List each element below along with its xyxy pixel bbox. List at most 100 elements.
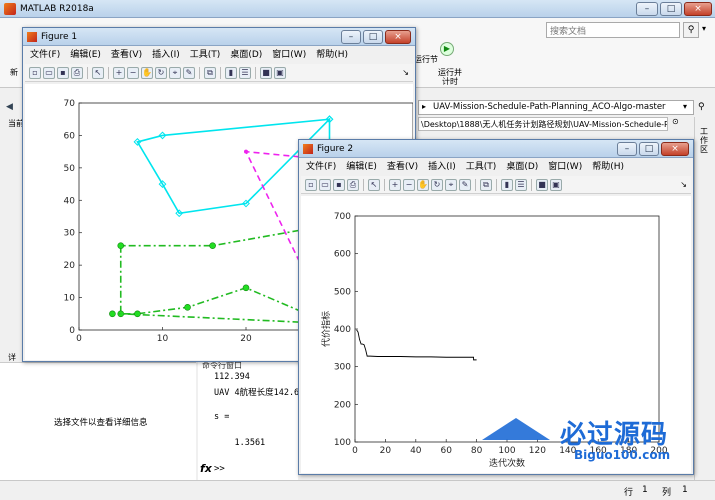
hide-tools-icon[interactable]: ■ [536,178,548,191]
pan-icon[interactable]: ✋ [417,178,429,191]
menu-view[interactable]: 查看(V) [382,159,423,175]
hide-tools-icon[interactable]: ■ [260,66,272,79]
menu-tools[interactable]: 工具(T) [461,159,502,175]
data-cursor-icon[interactable]: ⌖ [169,66,181,79]
colorbar-icon[interactable]: ▮ [225,66,237,79]
brush-icon[interactable]: ✎ [459,178,471,191]
y-tick-label: 60 [64,131,76,141]
search-icon[interactable]: ⚲ [683,22,699,38]
figure2-maximize-button[interactable]: □ [639,142,659,156]
data-point [117,242,125,249]
rotate-icon[interactable]: ↻ [155,66,167,79]
menu-file[interactable]: 文件(F) [301,159,341,175]
figure2-menubar: 文件(F) 编辑(E) 查看(V) 插入(I) 工具(T) 桌面(D) 窗口(W) 帮助(H) [301,159,691,175]
zoom-in-icon[interactable]: + [113,66,125,79]
path-search-icon[interactable]: ⚲ [698,102,705,112]
pointer-icon[interactable]: ↖ [368,178,380,191]
maximize-button[interactable]: □ [660,2,682,16]
figure1-close-button[interactable]: × [385,30,411,44]
menu-desktop[interactable]: 桌面(D) [225,47,267,63]
figure2-toolbar: ▫ ▭ ▪ ⎙ ↖ + − ✋ ↻ ⌖ ✎ ⧉ ▮ ☰ ■ ▣ ↘ [301,176,691,194]
figure1-toolbar: ▫ ▭ ▪ ⎙ ↖ + − ✋ ↻ ⌖ ✎ ⧉ ▮ ☰ ■ ▣ ↘ [25,64,413,82]
command-prompt[interactable]: >> [214,464,225,474]
run-and-time-label-1: 运行并 [438,68,462,77]
search-placeholder: 搜索文档 [550,27,587,37]
path-bar[interactable]: ▸ UAV-Mission-Schedule-Path-Planning_ACO… [418,100,694,115]
y-tick-label: 500 [334,287,351,297]
address-bar[interactable]: \Desktop\1888\无人机任务计划路径规划\UAV-Mission-Sc… [418,117,668,131]
cmd-line: UAV 4航程长度142.6 [214,388,300,398]
menu-insert[interactable]: 插入(I) [147,47,185,63]
path-dropdown-icon[interactable]: ▾ [683,102,687,111]
ribbon-collapse-icon[interactable]: ▾ [702,24,706,33]
menu-tools[interactable]: 工具(T) [185,47,226,63]
save-icon[interactable]: ▪ [57,66,69,79]
brush-icon[interactable]: ✎ [183,66,195,79]
save-icon[interactable]: ▪ [333,178,345,191]
menu-edit[interactable]: 编辑(E) [65,47,106,63]
figure2-titlebar[interactable]: Figure 2 – □ × [299,140,693,158]
figure-icon [303,144,313,154]
show-tools-icon[interactable]: ▣ [550,178,562,191]
x-tick-label: 20 [240,334,252,344]
fx-icon[interactable]: fx [200,462,212,475]
figure1-minimize-button[interactable]: – [341,30,361,44]
close-button[interactable]: × [684,2,712,16]
open-icon[interactable]: ▭ [319,178,331,191]
x-tick-label: 0 [76,334,82,344]
run-and-time-label-2: 计时 [442,77,458,86]
show-tools-icon[interactable]: ▣ [274,66,286,79]
zoom-out-icon[interactable]: − [403,178,415,191]
menu-desktop[interactable]: 桌面(D) [501,159,543,175]
y-tick-label: 0 [69,326,75,336]
link-plot-icon[interactable]: ⧉ [204,66,216,79]
figure1-titlebar[interactable]: Figure 1 – □ × [23,28,415,46]
path-arrow-icon: ▸ [422,102,427,111]
matlab-titlebar: MATLAB R2018a – □ × [0,0,715,18]
zoom-in-icon[interactable]: + [389,178,401,191]
legend-icon[interactable]: ☰ [515,178,527,191]
pointer-icon[interactable]: ↖ [92,66,104,79]
colorbar-icon[interactable]: ▮ [501,178,513,191]
rotate-icon[interactable]: ↻ [431,178,443,191]
menu-file[interactable]: 文件(F) [25,47,65,63]
y-tick-label: 700 [334,212,351,222]
command-window[interactable]: 命令行窗口 112.394 UAV 4航程长度142.6 s = 1.3561 … [198,360,300,480]
run-and-time-icon: ▶ [440,42,454,56]
run-section-label[interactable]: 运行节 [414,54,438,65]
data-cursor-icon[interactable]: ⌖ [445,178,457,191]
new-icon[interactable]: ▫ [29,66,41,79]
matlab-title: MATLAB R2018a [20,4,94,14]
status-bar: 行 1 列 1 [0,480,715,500]
open-icon[interactable]: ▭ [43,66,55,79]
menu-help[interactable]: 帮助(H) [311,47,353,63]
minimize-button[interactable]: – [636,2,658,16]
menu-edit[interactable]: 编辑(E) [341,159,382,175]
toolbar-dock-icon[interactable]: ↘ [402,68,409,77]
new-icon[interactable]: ▫ [305,178,317,191]
cmd-line: 1.3561 [214,438,266,448]
run-and-time-button[interactable]: 运行并 计时 [432,68,468,86]
data-point [209,242,216,249]
figure2-close-button[interactable]: × [661,142,689,156]
workspace-side-label[interactable]: 工作区 [700,127,710,154]
back-arrow-icon[interactable]: ◀ [6,102,13,112]
ribbon-new-fragment[interactable]: 新 [10,67,18,78]
y-tick-label: 70 [64,99,76,109]
zoom-out-icon[interactable]: − [127,66,139,79]
search-box[interactable]: 搜索文档 [546,22,680,38]
address-dropdown-icon[interactable]: ⊙ [672,117,679,126]
link-plot-icon[interactable]: ⧉ [480,178,492,191]
toolbar-dock-icon[interactable]: ↘ [680,180,687,189]
pan-icon[interactable]: ✋ [141,66,153,79]
menu-help[interactable]: 帮助(H) [587,159,629,175]
menu-insert[interactable]: 插入(I) [423,159,461,175]
menu-view[interactable]: 查看(V) [106,47,147,63]
print-icon[interactable]: ⎙ [71,66,83,79]
figure2-minimize-button[interactable]: – [617,142,637,156]
menu-window[interactable]: 窗口(W) [543,159,587,175]
legend-icon[interactable]: ☰ [239,66,251,79]
figure1-maximize-button[interactable]: □ [363,30,383,44]
print-icon[interactable]: ⎙ [347,178,359,191]
menu-window[interactable]: 窗口(W) [267,47,311,63]
